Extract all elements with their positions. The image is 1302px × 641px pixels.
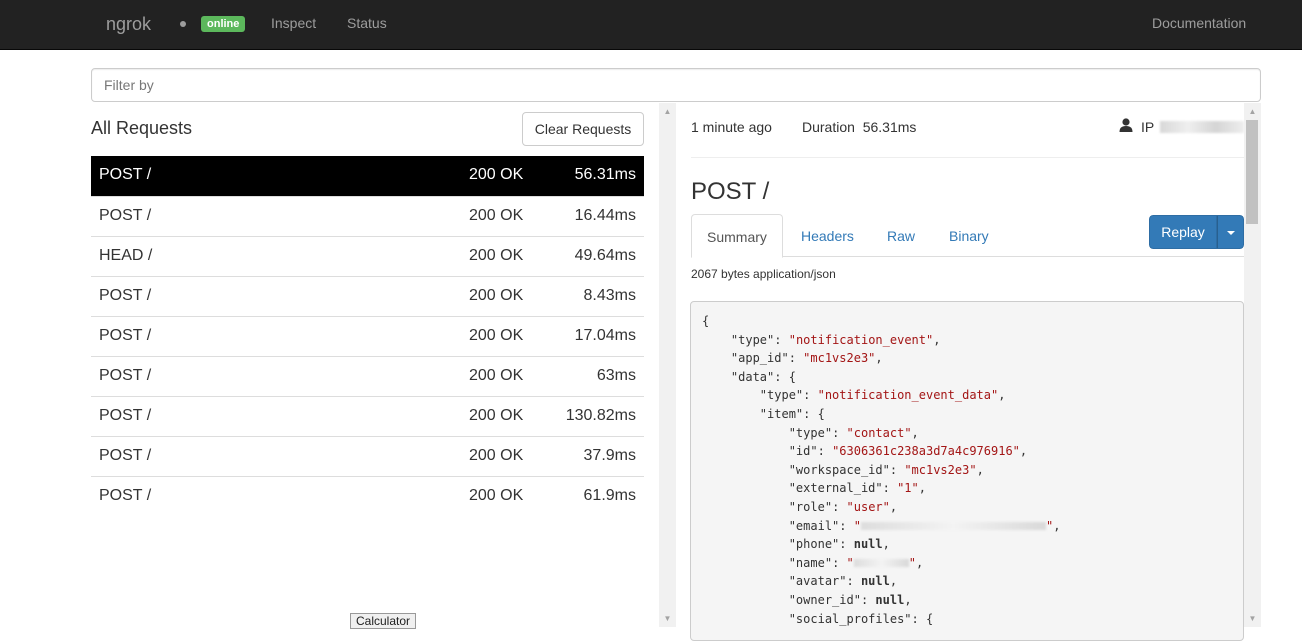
request-method: POST / <box>99 287 152 304</box>
scroll-down-arrow-icon[interactable]: ▼ <box>659 610 676 627</box>
request-duration: 17.04ms <box>574 327 636 344</box>
json-body-view: { "type": "notification_event", "app_id"… <box>690 301 1244 641</box>
scroll-down-arrow-icon[interactable]: ▼ <box>1244 610 1261 627</box>
online-badge: online <box>201 16 246 32</box>
nav-inspect-link[interactable]: Inspect <box>271 15 316 31</box>
filter-input[interactable] <box>91 68 1261 102</box>
request-status: 200 OK <box>469 327 524 344</box>
request-method: HEAD / <box>99 247 153 264</box>
request-time-ago: 1 minute ago <box>691 119 772 135</box>
all-requests-heading: All Requests <box>91 118 193 138</box>
redacted-email <box>860 522 1046 531</box>
request-row[interactable]: POST / 200 OK 37.9ms <box>91 436 644 476</box>
clear-requests-button[interactable]: Clear Requests <box>522 112 644 146</box>
request-duration: 130.82ms <box>565 407 636 424</box>
ip-label: IP <box>1141 119 1155 135</box>
request-duration: 61.9ms <box>583 487 636 504</box>
request-duration: 63ms <box>596 367 636 384</box>
request-status: 200 OK <box>469 207 524 224</box>
ip-address-redacted <box>1160 121 1244 133</box>
tab-headers[interactable]: Headers <box>786 214 869 257</box>
json-body-text: { "type": "notification_event", "app_id"… <box>702 314 1061 626</box>
replay-dropdown-caret-icon[interactable] <box>1217 215 1244 249</box>
request-row[interactable]: POST / 200 OK 8.43ms <box>91 276 644 316</box>
requests-table: POST / 200 OK 56.31ms POST / 200 OK 16.4… <box>91 156 644 516</box>
request-duration: 49.64ms <box>574 247 636 264</box>
scroll-up-arrow-icon[interactable]: ▲ <box>1244 103 1261 120</box>
request-row[interactable]: POST / 200 OK 130.82ms <box>91 396 644 436</box>
brand-logo[interactable]: ngrok <box>106 14 151 35</box>
body-info: 2067 bytes application/json <box>691 267 836 281</box>
request-status: 200 OK <box>469 166 524 183</box>
request-title: POST / <box>691 178 770 205</box>
request-duration: 8.43ms <box>583 287 636 304</box>
request-duration-meta: Duration 56.31ms <box>802 119 916 135</box>
navbar: ngrok online Inspect Status Documentatio… <box>0 0 1302 50</box>
request-row[interactable]: POST / 200 OK 16.44ms <box>91 196 644 236</box>
replay-button-group: Replay <box>1149 215 1244 249</box>
request-duration: 37.9ms <box>583 447 636 464</box>
request-method: POST / <box>99 487 152 504</box>
tab-binary[interactable]: Binary <box>934 214 1004 257</box>
request-method: POST / <box>99 166 152 183</box>
scroll-up-arrow-icon[interactable]: ▲ <box>659 103 676 120</box>
request-row[interactable]: POST / 200 OK 56.31ms <box>91 156 644 196</box>
request-status: 200 OK <box>469 447 524 464</box>
request-row[interactable]: HEAD / 200 OK 49.64ms <box>91 236 644 276</box>
request-duration: 56.31ms <box>574 166 636 183</box>
request-method: POST / <box>99 367 152 384</box>
left-scrollbar[interactable]: ▲ ▼ <box>659 103 676 627</box>
request-method: POST / <box>99 447 152 464</box>
request-duration: 16.44ms <box>574 207 636 224</box>
request-method: POST / <box>99 407 152 424</box>
tab-summary[interactable]: Summary <box>691 214 783 258</box>
request-row[interactable]: POST / 200 OK 63ms <box>91 356 644 396</box>
request-status: 200 OK <box>469 367 524 384</box>
divider <box>691 157 1244 158</box>
scroll-thumb[interactable] <box>1246 120 1258 224</box>
user-icon <box>1119 118 1133 132</box>
replay-button[interactable]: Replay <box>1149 215 1217 249</box>
tab-raw[interactable]: Raw <box>872 214 930 257</box>
request-row[interactable]: POST / 200 OK 17.04ms <box>91 316 644 356</box>
duration-label: Duration <box>802 119 855 135</box>
nav-documentation-link[interactable]: Documentation <box>1152 15 1246 31</box>
request-method: POST / <box>99 327 152 344</box>
duration-value: 56.31ms <box>862 119 917 135</box>
request-status: 200 OK <box>469 407 524 424</box>
request-row[interactable]: POST / 200 OK 61.9ms <box>91 476 644 516</box>
request-method: POST / <box>99 207 152 224</box>
nav-status-link[interactable]: Status <box>347 15 387 31</box>
request-status: 200 OK <box>469 487 524 504</box>
redacted-name <box>853 559 909 568</box>
request-status: 200 OK <box>469 247 524 264</box>
request-status: 200 OK <box>469 287 524 304</box>
right-scrollbar[interactable]: ▲ ▼ <box>1244 103 1261 627</box>
status-dot <box>180 21 186 27</box>
